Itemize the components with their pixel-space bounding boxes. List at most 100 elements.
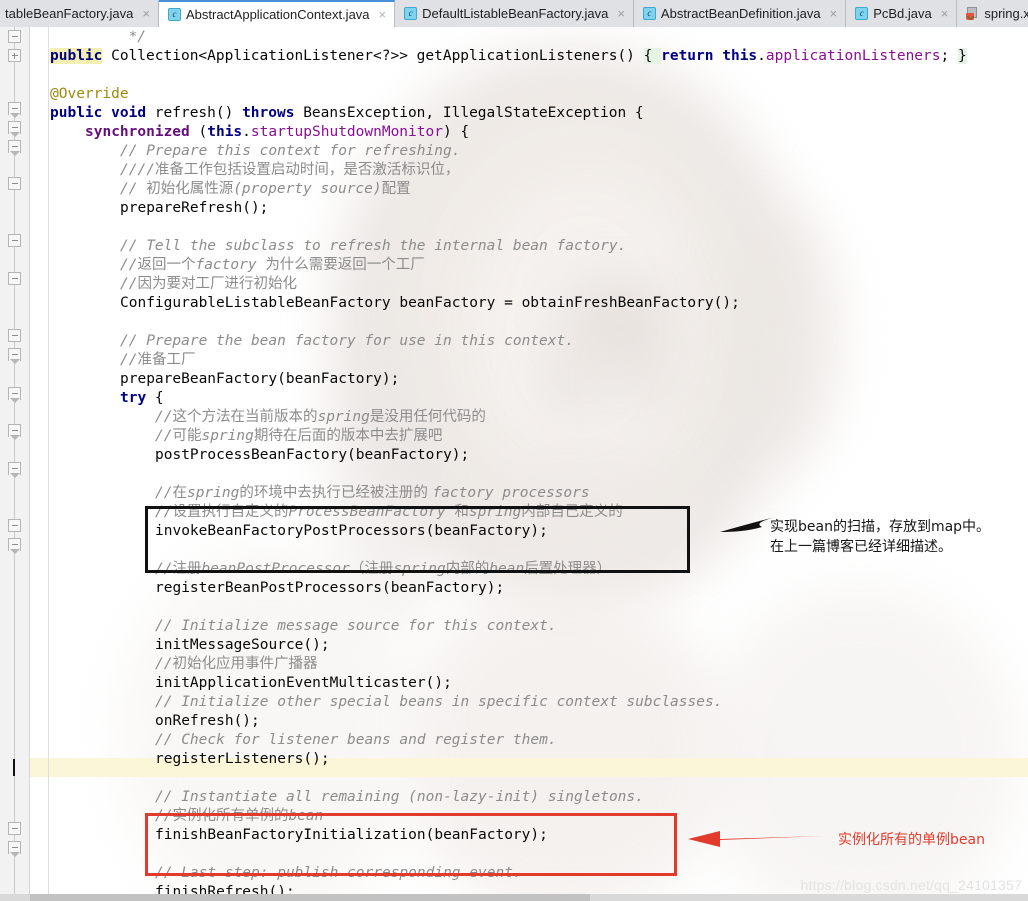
editor-tab-label: DefaultListableBeanFactory.java <box>422 6 609 21</box>
horizontal-scrollbar-thumb[interactable] <box>30 894 590 901</box>
code-token: // <box>120 276 138 292</box>
code-line: ////准备工作包括设置启动时间，是否激活标识位， <box>120 161 459 180</box>
code-token: 可能 <box>172 428 202 444</box>
code-token: */ <box>50 29 147 45</box>
code-token: registerListeners(); <box>155 751 330 767</box>
close-icon[interactable]: × <box>379 8 387 21</box>
code-line: // Check for listener beans and register… <box>155 731 557 750</box>
code-line: // Prepare the bean factory for use in t… <box>120 332 574 351</box>
close-icon[interactable]: × <box>617 7 625 20</box>
editor-tab-label: tableBeanFactory.java <box>5 6 134 21</box>
code-token: // <box>155 656 173 672</box>
code-token: (property source) <box>233 181 382 197</box>
code-token: throws <box>242 105 295 121</box>
code-token: 期待在后面的版本中去扩展吧 <box>253 428 443 444</box>
code-token: 返回一个 <box>137 257 196 273</box>
code-line: // Instantiate all remaining (non-lazy-i… <box>155 788 644 807</box>
code-token: registerBeanPostProcessors(beanFactory); <box>155 580 505 596</box>
code-token: initApplicationEventMulticaster(); <box>155 675 452 691</box>
code-token: 为什么需要返回一个工厂 <box>265 257 425 273</box>
code-token: spring <box>201 428 254 444</box>
code-token: // Prepare this context for refreshing. <box>120 143 461 159</box>
code-token: // Instantiate all remaining (non-lazy-i… <box>155 789 644 805</box>
close-icon[interactable]: × <box>830 7 838 20</box>
code-token: // <box>120 257 138 273</box>
code-line: // 初始化属性源(property source)配置 <box>120 180 411 199</box>
java-class-icon: c <box>642 7 656 20</box>
code-line: @Override <box>50 85 129 104</box>
close-icon[interactable]: × <box>941 7 949 20</box>
code-line: public void refresh() throws BeansExcept… <box>50 104 644 123</box>
code-token: // <box>120 181 147 197</box>
code-token: // Prepare the bean factory for use in t… <box>120 333 574 349</box>
code-token: prepareBeanFactory(beanFactory); <box>120 371 400 387</box>
code-token: startupShutdownMonitor <box>250 124 443 140</box>
code-token: . <box>757 48 766 64</box>
code-token: onRefresh(); <box>155 713 260 729</box>
code-line: //返回一个factory 为什么需要返回一个工厂 <box>120 256 425 275</box>
code-token: 准备工作包括设置启动时间，是否激活标识位， <box>154 162 460 178</box>
code-editor[interactable]: */ public Collection<ApplicationListener<… <box>0 27 1028 901</box>
horizontal-scrollbar[interactable] <box>0 894 1028 901</box>
java-class-icon: c <box>404 7 418 20</box>
code-line: //可能spring期待在后面的版本中去扩展吧 <box>155 427 442 446</box>
code-token: } <box>957 48 967 64</box>
code-token: @Override <box>50 86 129 102</box>
code-token: BeansException, IllegalStateException { <box>294 105 644 121</box>
editor-tab-label: PcBd.java <box>873 6 932 21</box>
code-token: 因为要对工厂进行初始化 <box>137 276 297 292</box>
code-token: factory processors <box>432 485 590 501</box>
code-token: ) { <box>442 124 470 140</box>
editor-tab-2[interactable]: c AbstractApplicationContext.java × <box>158 0 396 27</box>
editor-tab-3[interactable]: c DefaultListableBeanFactory.java × <box>395 0 634 27</box>
code-line: prepareBeanFactory(beanFactory); <box>120 370 399 389</box>
code-token: void <box>111 105 147 121</box>
code-line: // Prepare this context for refreshing. <box>120 142 460 161</box>
editor-tab-1[interactable]: ctableBeanFactory.java× <box>0 0 159 27</box>
code-line: registerBeanPostProcessors(beanFactory); <box>155 579 504 598</box>
page-watermark: https://blog.csdn.net/qq_24101357 <box>800 877 1022 893</box>
editor-tab-5[interactable]: c PcBd.java × <box>846 0 958 27</box>
code-token: ; <box>940 48 958 64</box>
source-code-text[interactable]: */ public Collection<ApplicationListener<… <box>0 27 1028 901</box>
annotation-box-black <box>145 506 690 573</box>
java-class-icon: c <box>167 8 181 21</box>
code-line: */ <box>50 28 146 47</box>
editor-tab-label: AbstractApplicationContext.java <box>185 7 370 22</box>
code-token: { <box>146 390 164 406</box>
annotation-note-black: 实现bean的扫描，存放到map中。 在上一篇博客已经详细描述。 <box>770 519 991 555</box>
code-token: 准备工厂 <box>137 352 196 368</box>
code-token: Collection<ApplicationListener<?>> getAp… <box>102 48 644 64</box>
annotation-note-red: 实例化所有的单例bean <box>838 832 985 848</box>
editor-tab-6[interactable]: spring.xml× <box>957 0 1028 27</box>
code-token: this <box>722 48 758 64</box>
code-line: postProcessBeanFactory(beanFactory); <box>155 446 469 465</box>
editor-tab-bar: c tableBeanFactory.java × c AbstractApplicat… <box>0 0 1028 27</box>
code-token: spring <box>186 485 240 501</box>
code-line: //在spring的环境中去执行已经被注册的 factory processor… <box>155 484 590 503</box>
code-token: applicationListeners <box>765 48 941 64</box>
code-token: 在 <box>172 485 187 501</box>
editor-tab-4[interactable]: c AbstractBeanDefinition.java × <box>633 0 847 27</box>
code-token: prepareRefresh(); <box>120 200 269 216</box>
code-token: initMessageSource(); <box>155 637 330 653</box>
code-line: try { <box>120 389 164 408</box>
code-token: . <box>242 124 251 140</box>
code-token: ( <box>189 124 208 140</box>
code-token: spring <box>317 409 370 425</box>
code-line: // Initialize message source for this co… <box>155 617 557 636</box>
code-token: 是没用任何代码的 <box>369 409 486 425</box>
code-token: refresh() <box>146 105 243 121</box>
code-token: public <box>50 48 103 64</box>
code-token: // <box>155 485 173 501</box>
code-token: synchronized <box>85 124 190 140</box>
code-token: try <box>120 390 147 406</box>
code-line: //因为要对工厂进行初始化 <box>120 275 297 294</box>
java-class-icon: c <box>855 7 869 20</box>
close-icon[interactable]: × <box>142 7 150 20</box>
code-token: { <box>643 48 662 64</box>
code-token: 这个方法在当前版本的 <box>172 409 318 425</box>
editor-tab-label: AbstractBeanDefinition.java <box>660 6 821 21</box>
code-token: 初始化属性源 <box>146 181 234 197</box>
